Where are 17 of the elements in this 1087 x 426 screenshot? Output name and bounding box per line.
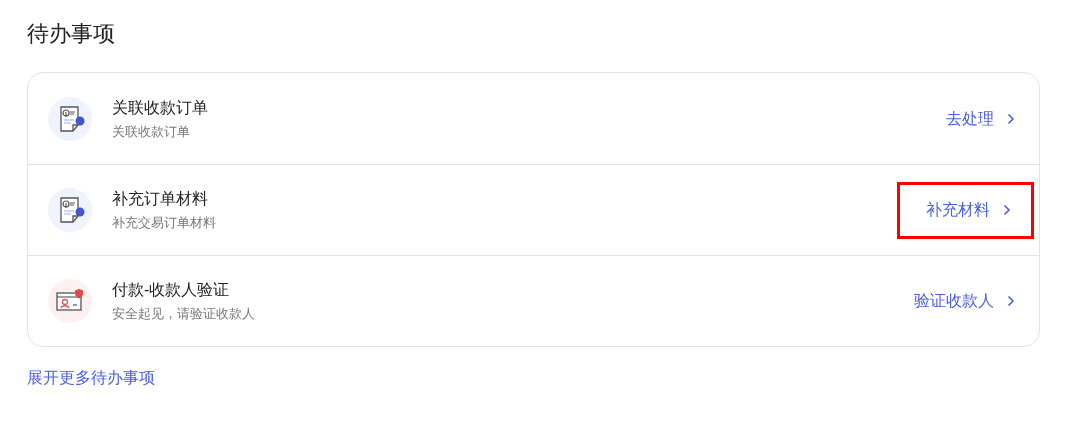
expand-more-link[interactable]: 展开更多待办事项 — [27, 367, 155, 389]
task-subtitle: 安全起见，请验证收款人 — [112, 305, 255, 323]
chevron-right-icon — [1007, 295, 1015, 307]
id-card-shield-icon — [48, 279, 92, 323]
action-link[interactable]: 验证收款人 — [914, 290, 1015, 312]
document-coin-icon — [48, 188, 92, 232]
task-title: 付款-收款人验证 — [112, 280, 230, 300]
action-link[interactable]: 补充材料 — [926, 199, 1011, 221]
document-coin-icon — [48, 96, 92, 141]
section-title: 待办事项 — [27, 20, 115, 48]
task-title: 关联收款订单 — [112, 97, 208, 118]
chevron-right-icon — [1007, 112, 1015, 125]
action-link[interactable]: 去处理 — [946, 107, 1015, 130]
task-subtitle: 补充交易订单材料 — [112, 214, 216, 232]
task-subtitle: 关联收款订单 — [112, 122, 190, 141]
task-title: 补充订单材料 — [112, 189, 208, 209]
chevron-right-icon — [1003, 204, 1011, 216]
